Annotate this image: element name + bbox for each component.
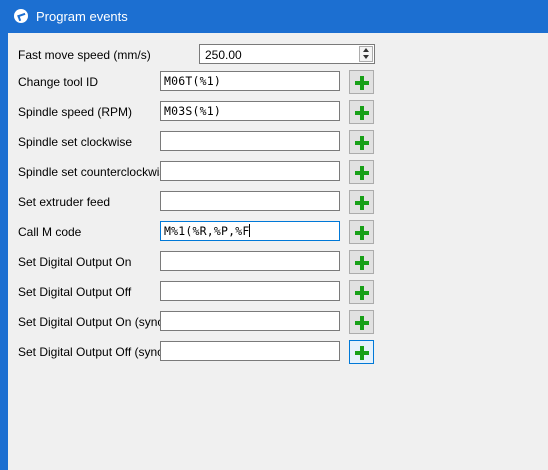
fast-move-speed-spinbox[interactable]: 250.00 [199,44,375,64]
event-row-change-tool-id: Change tool ID M06T(%1) [8,70,548,94]
event-row-extruder-feed: Set extruder feed [8,190,548,214]
add-digital-output-off-button[interactable] [349,280,374,304]
event-row-digital-output-off-sync: Set Digital Output Off (sync) [8,340,548,364]
event-label: Set Digital Output On [18,255,132,269]
add-digital-output-off-sync-button[interactable] [349,340,374,364]
app-icon [14,9,28,23]
add-extruder-feed-button[interactable] [349,190,374,214]
green-plus-icon [355,256,369,270]
digital-output-off-field[interactable] [160,281,340,301]
spin-up-icon[interactable] [363,48,369,52]
green-plus-icon [355,346,369,360]
program-events-panel: Fast move speed (mm/s) 250.00 Change too… [8,33,548,470]
event-label: Set extruder feed [18,195,111,209]
event-row-spindle-speed: Spindle speed (RPM) M03S(%1) [8,100,548,124]
extruder-feed-field[interactable] [160,191,340,211]
add-spindle-clockwise-button[interactable] [349,130,374,154]
green-plus-icon [355,286,369,300]
add-change-tool-id-button[interactable] [349,70,374,94]
green-plus-icon [355,316,369,330]
window-title: Program events [36,9,128,24]
event-label: Spindle set counterclockwise [18,165,173,179]
event-label: Set Digital Output Off [18,285,132,299]
add-call-m-code-button[interactable] [349,220,374,244]
event-row-digital-output-on: Set Digital Output On [8,250,548,274]
green-plus-icon [355,106,369,120]
spindle-speed-field[interactable]: M03S(%1) [160,101,340,121]
green-plus-icon [355,166,369,180]
fast-move-speed-value[interactable]: 250.00 [205,48,242,62]
spindle-counterclockwise-field[interactable] [160,161,340,181]
digital-output-on-sync-field[interactable] [160,311,340,331]
event-row-call-m-code: Call M code M%1(%R,%P,%F [8,220,548,244]
event-row-digital-output-on-sync: Set Digital Output On (sync) [8,310,548,334]
text-caret [249,224,251,237]
fast-move-row: Fast move speed (mm/s) 250.00 [8,44,548,66]
call-m-code-value[interactable]: M%1(%R,%P,%F [164,224,249,238]
event-label: Spindle set clockwise [18,135,133,149]
green-plus-icon [355,76,369,90]
event-row-spindle-clockwise: Spindle set clockwise [8,130,548,154]
add-digital-output-on-button[interactable] [349,250,374,274]
fast-move-label: Fast move speed (mm/s) [18,48,151,62]
green-plus-icon [355,136,369,150]
spindle-clockwise-field[interactable] [160,131,340,151]
add-spindle-counterclockwise-button[interactable] [349,160,374,184]
event-label: Spindle speed (RPM) [18,105,133,119]
digital-output-off-sync-field[interactable] [160,341,340,361]
spin-buttons[interactable] [359,46,373,62]
call-m-code-field[interactable]: M%1(%R,%P,%F [160,221,340,241]
event-label: Set Digital Output Off (sync) [18,345,168,359]
change-tool-id-field[interactable]: M06T(%1) [160,71,340,91]
green-plus-icon [355,196,369,210]
title-bar: Program events [0,0,548,33]
event-row-digital-output-off: Set Digital Output Off [8,280,548,304]
event-label: Set Digital Output On (sync) [18,315,168,329]
add-spindle-speed-button[interactable] [349,100,374,124]
add-digital-output-on-sync-button[interactable] [349,310,374,334]
digital-output-on-field[interactable] [160,251,340,271]
event-row-spindle-counterclockwise: Spindle set counterclockwise [8,160,548,184]
spin-down-icon[interactable] [363,55,369,59]
event-label: Call M code [18,225,82,239]
green-plus-icon [355,226,369,240]
event-label: Change tool ID [18,75,99,89]
